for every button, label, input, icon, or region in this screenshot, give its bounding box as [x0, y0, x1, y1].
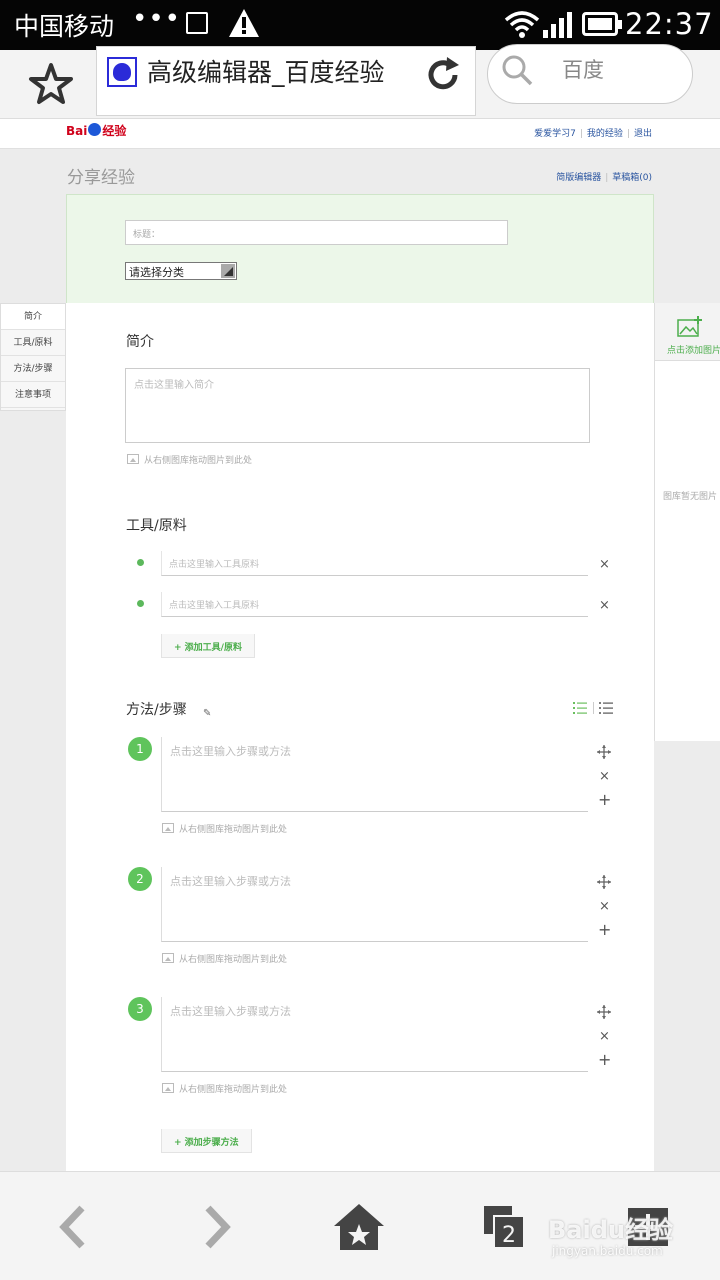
dropdown-arrow-icon: [221, 264, 235, 278]
logout-link[interactable]: 退出: [634, 129, 652, 139]
bullet-dot: [137, 559, 144, 566]
section-nav: 简介 工具/原料 方法/步骤 注意事项: [0, 303, 66, 411]
step-2-textarea[interactable]: 点击这里输入步骤或方法: [161, 867, 588, 942]
pencil-icon[interactable]: ✎: [203, 708, 211, 719]
browser-toolbar: 高级编辑器_百度经验 百度: [0, 44, 720, 118]
remove-step-3-button[interactable]: ×: [599, 1029, 610, 1044]
editor-main: 简介 点击这里输入简介 从右侧图库拖动图片到此处 工具/原料 点击这里输入工具原…: [66, 303, 654, 1173]
tool-input-1[interactable]: 点击这里输入工具原料: [161, 551, 588, 576]
nav-item-intro[interactable]: 简介: [1, 304, 65, 330]
intro-heading: 简介: [126, 334, 154, 350]
user-profile-link[interactable]: 爱爱学习7: [534, 129, 576, 139]
add-step-after-3-button[interactable]: +: [598, 1052, 611, 1068]
page-tab-title: 高级编辑器_百度经验: [147, 58, 385, 87]
remove-tool-1-button[interactable]: ×: [599, 557, 610, 572]
image-gallery-panel: 点击添加图片 图库暂无图片: [654, 303, 720, 741]
my-experience-link[interactable]: 我的经验: [587, 129, 623, 139]
user-links: 爱爱学习7 | 我的经验 | 退出: [534, 129, 652, 139]
add-image-label: 点击添加图片: [667, 346, 720, 356]
address-bar[interactable]: 高级编辑器_百度经验: [96, 46, 476, 116]
bullet-list-icon[interactable]: [599, 701, 613, 715]
image-placeholder-icon: [162, 823, 174, 833]
tabs-icon[interactable]: 2: [480, 1202, 534, 1252]
title-input[interactable]: 标题：: [125, 220, 508, 245]
wifi-icon: [504, 11, 540, 38]
battery-icon: [582, 12, 622, 36]
status-bar: 中国移动 ••• 22:37: [0, 0, 720, 50]
intro-drag-hint-text: 从右侧图库拖动图片到此处: [144, 456, 253, 466]
svg-text:2: 2: [502, 1223, 516, 1248]
forward-arrow-icon[interactable]: [188, 1202, 242, 1252]
site-header: Bai 经验 爱爱学习7 | 我的经验 | 退出: [0, 118, 720, 149]
nav-item-notes[interactable]: 注意事项: [1, 382, 65, 408]
step-1-drag-hint-text: 从右侧图库拖动图片到此处: [179, 825, 288, 835]
search-box[interactable]: 百度: [487, 44, 693, 104]
step-2-drag-hint-text: 从右侧图库拖动图片到此处: [179, 955, 288, 965]
image-placeholder-icon: [162, 1083, 174, 1093]
remove-step-1-button[interactable]: ×: [599, 769, 610, 784]
list-divider: [593, 702, 594, 714]
move-step-2-icon[interactable]: [597, 875, 611, 889]
baidu-favicon-icon: [107, 57, 137, 87]
move-step-1-icon[interactable]: [597, 745, 611, 759]
step-2-drag-hint: 从右侧图库拖动图片到此处: [162, 952, 287, 965]
image-placeholder-icon: [127, 454, 139, 464]
add-tool-button[interactable]: + 添加工具/原料: [161, 634, 255, 658]
add-step-after-1-button[interactable]: +: [598, 792, 611, 808]
drafts-link[interactable]: 草稿箱(0): [612, 173, 652, 183]
add-image-button[interactable]: 点击添加图片: [655, 303, 720, 361]
image-notification-icon: [186, 12, 208, 34]
simple-editor-link[interactable]: 简版编辑器: [556, 173, 601, 183]
home-icon[interactable]: [332, 1202, 386, 1252]
move-step-3-icon[interactable]: [597, 1005, 611, 1019]
baidu-jingyan-logo[interactable]: Bai 经验: [66, 122, 126, 139]
image-placeholder-icon: [162, 953, 174, 963]
nav-item-steps[interactable]: 方法/步骤: [1, 356, 65, 382]
baidu-watermark: Baidu经验: [548, 1216, 673, 1244]
baidu-paw-icon: [88, 123, 102, 136]
steps-heading: 方法/步骤: [126, 702, 187, 718]
step-number-badge: 1: [128, 737, 152, 761]
step-3-drag-hint-text: 从右侧图库拖动图片到此处: [179, 1085, 288, 1095]
category-select[interactable]: 请选择分类: [125, 262, 237, 280]
search-placeholder: 百度: [562, 58, 604, 82]
step-3-drag-hint: 从右侧图库拖动图片到此处: [162, 1082, 287, 1095]
category-select-value: 请选择分类: [129, 266, 184, 279]
step-3-textarea[interactable]: 点击这里输入步骤或方法: [161, 997, 588, 1072]
page-title: 分享经验: [67, 168, 135, 188]
tools-heading: 工具/原料: [126, 518, 187, 534]
back-arrow-icon[interactable]: [48, 1202, 102, 1252]
step-1-textarea[interactable]: 点击这里输入步骤或方法: [161, 737, 588, 812]
watermark-url: jingyan.baidu.com: [552, 1244, 663, 1258]
more-dots: •••: [132, 4, 182, 34]
browser-bottom-bar: 2 Baidu经验 jingyan.baidu.com: [0, 1171, 720, 1280]
tool-input-2[interactable]: 点击这里输入工具原料: [161, 592, 588, 617]
gallery-empty-text: 图库暂无图片: [663, 492, 718, 502]
remove-step-2-button[interactable]: ×: [599, 899, 610, 914]
add-image-icon: [677, 316, 702, 337]
add-step-button[interactable]: + 添加步骤方法: [161, 1129, 252, 1153]
carrier-label: 中国移动: [14, 12, 115, 41]
signal-icon: [543, 12, 572, 38]
clock: 22:37: [625, 7, 714, 41]
intro-textarea[interactable]: 点击这里输入简介: [125, 368, 590, 443]
step-number-badge: 3: [128, 997, 152, 1021]
logo-bai: Bai: [66, 124, 88, 138]
logo-jingyan: 经验: [102, 124, 127, 138]
warning-icon: [229, 9, 259, 37]
reload-icon[interactable]: [423, 55, 463, 95]
intro-drag-hint: 从右侧图库拖动图片到此处: [127, 453, 252, 466]
remove-tool-2-button[interactable]: ×: [599, 598, 610, 613]
ordered-list-icon[interactable]: [573, 701, 587, 715]
editor-links: 简版编辑器 | 草稿箱(0): [556, 173, 652, 183]
bookmark-star-icon[interactable]: [24, 62, 78, 106]
step-number-badge: 2: [128, 867, 152, 891]
bullet-dot: [137, 600, 144, 607]
step-1-drag-hint: 从右侧图库拖动图片到此处: [162, 822, 287, 835]
nav-item-tools[interactable]: 工具/原料: [1, 330, 65, 356]
title-panel: 标题： 请选择分类: [66, 194, 654, 304]
search-icon: [502, 55, 533, 86]
add-step-after-2-button[interactable]: +: [598, 922, 611, 938]
